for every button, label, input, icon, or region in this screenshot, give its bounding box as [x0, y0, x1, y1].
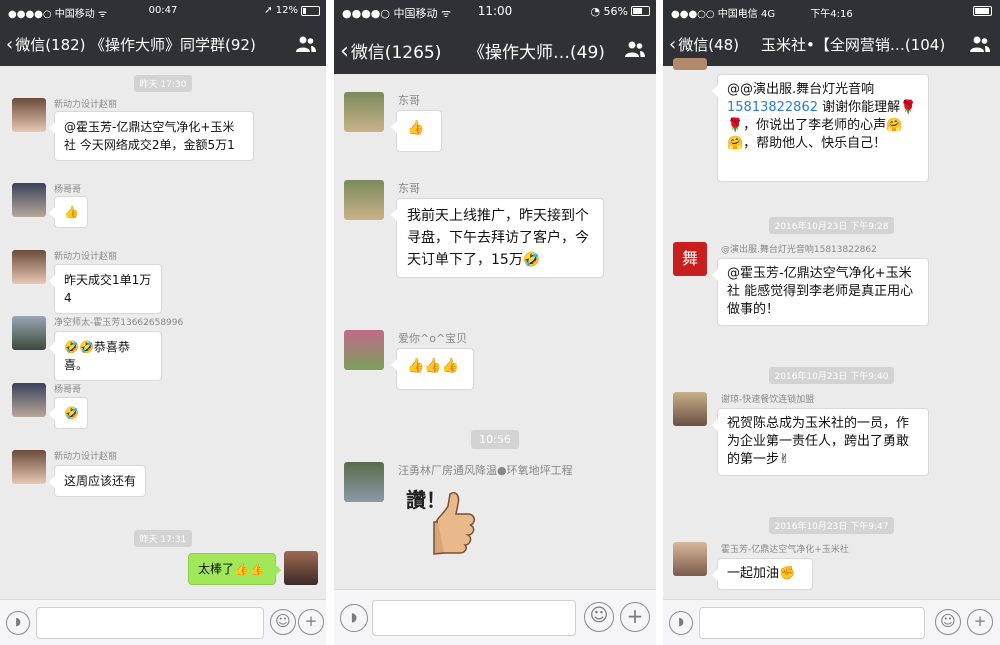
nav-bar: ‹ 微信(48) 玉米社•【全网营销…(104): [663, 22, 1000, 66]
input-bar: ◗ ☺ +: [334, 589, 656, 645]
sender-name: 新动力设计赵丽: [54, 100, 118, 110]
sender-name: 杨哥哥: [54, 385, 82, 395]
status-bar: ●●●●○ 中国移动 ᯤ 11:00 ◔ 56%: [334, 0, 656, 24]
message-input[interactable]: [699, 607, 925, 639]
chat-title: 《操作大师…(49): [468, 43, 605, 63]
message-bubble[interactable]: 一起加油✊: [712, 558, 813, 590]
message-bubble[interactable]: 👍: [49, 196, 88, 228]
chat-screen-3: ●●●○○ 中国电信 4G 下午4:16 ‹ 微信(48) 玉米社•【全网营销…(…: [663, 0, 1000, 645]
sender-name: 新动力设计赵丽: [54, 452, 118, 462]
avatar[interactable]: [12, 383, 46, 417]
message-bubble[interactable]: 我前天上线推广，昨天接到个寻盘，下午去拜访了客户，今天订单下了，15万🤣: [391, 198, 604, 278]
sender-name: 谢琼-快速餐饮连锁加盟: [721, 395, 815, 405]
message-bubble[interactable]: 👍👍👍: [391, 348, 474, 390]
avatar[interactable]: [344, 330, 384, 370]
avatar[interactable]: [344, 180, 384, 220]
nav-bar: ‹ 微信(1265) 《操作大师…(49): [334, 24, 656, 74]
back-label: 微信(48): [678, 36, 739, 54]
message-timestamp: 昨天 17:31: [0, 527, 326, 547]
phone-link[interactable]: 15813822862: [727, 100, 818, 115]
sender-name: 爱你^o^宝贝: [398, 332, 468, 345]
group-members-icon[interactable]: [296, 35, 316, 53]
sender-name: @演出服.舞台灯光音响15813822862: [721, 245, 877, 255]
clock: 下午4:16: [810, 9, 853, 20]
message-timestamp: 2016年10月23日 下午9:28: [663, 214, 1000, 234]
sender-name: 净空师太-霍玉芳13662658996: [54, 318, 184, 328]
back-button[interactable]: ‹ 微信(48): [669, 34, 739, 55]
avatar[interactable]: [12, 183, 46, 217]
avatar[interactable]: [673, 58, 707, 70]
plus-icon[interactable]: +: [620, 602, 650, 632]
voice-icon[interactable]: ◗: [6, 611, 30, 635]
message-input[interactable]: [36, 607, 264, 639]
plus-icon[interactable]: +: [967, 609, 993, 635]
voice-icon[interactable]: ◗: [340, 604, 368, 632]
battery-label: ➚ 12%: [264, 5, 298, 16]
sender-name: 汪勇林厂房通风降温●环氧地坪工程: [398, 464, 573, 477]
avatar[interactable]: [344, 92, 384, 132]
message-bubble[interactable]: 🤣: [49, 397, 88, 429]
mention-text: @@演出服.舞台灯光音响: [727, 82, 875, 97]
emoji-icon[interactable]: ☺: [935, 609, 961, 635]
status-bar: ●●●○○ 中国电信 4G 下午4:16: [663, 0, 1000, 22]
message-bubble[interactable]: @霍玉芳-亿鼎达空气净化+玉米社 能感觉得到李老师是真正用心做事的！: [712, 258, 929, 326]
message-timestamp: 10:56: [334, 428, 656, 449]
sender-name: 东哥: [398, 182, 420, 195]
message-timestamp: 2016年10月23日 下午9:40: [663, 364, 1000, 384]
thumbs-up-sticker[interactable]: 讚！: [406, 480, 486, 558]
message-timestamp: 昨天 17:30: [0, 72, 326, 92]
back-label: 微信(182): [15, 36, 86, 54]
avatar[interactable]: [12, 450, 46, 484]
emoji-icon[interactable]: ☺: [270, 609, 296, 635]
message-bubble[interactable]: 昨天成交1单1万4: [49, 264, 162, 314]
chat-title: 玉米社•【全网营销…(104): [761, 36, 946, 54]
avatar[interactable]: [12, 98, 46, 132]
battery-icon: [631, 6, 650, 16]
sender-name: 霍玉芳-亿鼎达空气净化+玉米社: [721, 545, 849, 555]
emoji-icon[interactable]: ☺: [584, 602, 614, 632]
chevron-left-icon: ‹: [340, 39, 349, 64]
message-timestamp: 2016年10月23日 下午9:47: [663, 514, 1000, 534]
plus-icon[interactable]: +: [298, 609, 324, 635]
message-input[interactable]: [372, 600, 576, 636]
chat-screen-1: ●●●●○ 中国移动 ᯤ 00:47 ➚ 12% ‹ 微信(182) 《操作大师》…: [0, 0, 326, 645]
my-message-bubble[interactable]: 太棒了👍👍: [188, 553, 281, 585]
nav-bar: ‹ 微信(182) 《操作大师》同学群(92): [0, 22, 326, 66]
sender-name: 东哥: [398, 94, 420, 107]
back-button[interactable]: ‹ 微信(182): [6, 34, 86, 55]
group-members-icon[interactable]: [624, 40, 646, 58]
message-bubble[interactable]: 👍: [391, 110, 442, 152]
message-bubble[interactable]: 祝贺陈总成为玉米社的一员，作为企业第一责任人，跨出了勇敢的第一步✌: [712, 408, 929, 476]
sender-name: 杨哥哥: [54, 185, 82, 195]
message-bubble[interactable]: @霍玉芳-亿鼎达空气净化+玉米社 今天网络成交2单，金额5万1: [49, 111, 254, 161]
sender-name: 新动力设计赵丽: [54, 252, 118, 262]
thumbs-up-icon: [433, 492, 475, 555]
chevron-left-icon: ‹: [669, 34, 677, 55]
message-bubble[interactable]: @@演出服.舞台灯光音响 15813822862 谢谢你能理解🌹🌹，你说出了李老…: [712, 74, 929, 182]
avatar[interactable]: [673, 392, 707, 426]
input-bar: ◗ ☺ +: [0, 599, 326, 645]
battery-label: ◔ 56%: [590, 5, 628, 18]
avatar[interactable]: [344, 462, 384, 502]
chat-screen-2: ●●●●○ 中国移动 ᯤ 11:00 ◔ 56% ‹ 微信(1265) 《操作大师…: [334, 0, 656, 645]
back-button[interactable]: ‹ 微信(1265): [340, 38, 442, 64]
message-bubble[interactable]: 这周应该还有: [49, 465, 146, 497]
input-bar: ◗ ☺ +: [663, 599, 1000, 645]
message-bubble[interactable]: 🤣🤣恭喜恭喜。: [49, 331, 162, 381]
voice-icon[interactable]: ◗: [669, 611, 693, 635]
chevron-left-icon: ‹: [6, 34, 14, 55]
my-avatar[interactable]: [284, 551, 318, 585]
group-members-icon[interactable]: [970, 35, 990, 53]
back-label: 微信(1265): [350, 43, 442, 63]
avatar[interactable]: [12, 316, 46, 350]
avatar[interactable]: [12, 250, 46, 284]
battery-icon: [973, 6, 992, 16]
avatar[interactable]: 舞: [673, 242, 707, 276]
battery-icon: [301, 6, 320, 16]
status-bar: ●●●●○ 中国移动 ᯤ 00:47 ➚ 12%: [0, 0, 326, 22]
avatar[interactable]: [673, 542, 707, 576]
chat-title: 《操作大师》同学群(92): [90, 36, 256, 54]
